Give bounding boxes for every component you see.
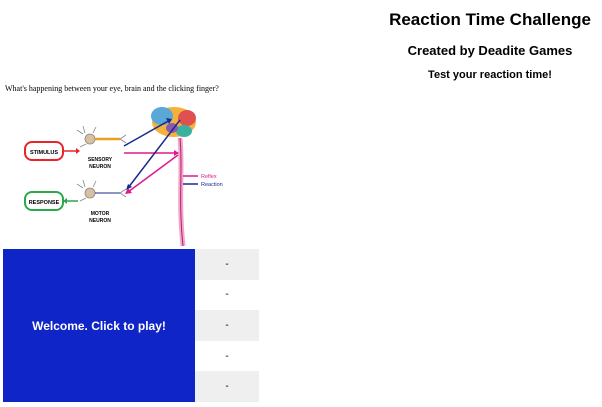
legend-reaction: Reaction xyxy=(201,182,223,188)
page-title: Reaction Time Challenge xyxy=(389,10,591,29)
result-row: - xyxy=(195,249,259,280)
sensory-neuron-icon xyxy=(76,125,127,148)
motor-label-1: MOTOR xyxy=(91,211,110,217)
header: Reaction Time Challenge Created by Deadi… xyxy=(380,6,600,82)
reaction-diagram: STIMULUS SENSORY NEURON RESPONSE MOTOR N… xyxy=(24,107,223,247)
intro-question: What's happening between your eye, brain… xyxy=(5,84,219,93)
play-label: Welcome. Click to play! xyxy=(32,318,166,333)
play-button[interactable]: Welcome. Click to play! xyxy=(3,249,195,402)
motor-neuron-icon xyxy=(76,179,127,202)
page-subtitle: Created by Deadite Games xyxy=(407,43,573,58)
result-row: - xyxy=(195,310,259,341)
response-box: RESPONSE xyxy=(24,191,64,211)
result-row: - xyxy=(195,279,259,311)
motor-label-2: NEURON xyxy=(89,218,111,224)
sensory-label-1: SENSORY xyxy=(88,157,113,163)
sensory-label-2: NEURON xyxy=(89,164,111,170)
diagram-legend: Reflex Reaction xyxy=(183,174,223,188)
brain-icon xyxy=(151,107,196,137)
page-tagline: Test your reaction time! xyxy=(428,69,552,81)
response-label: RESPONSE xyxy=(29,200,60,206)
stimulus-box: STIMULUS xyxy=(24,141,64,161)
stimulus-label: STIMULUS xyxy=(30,150,58,156)
result-row: - xyxy=(195,340,259,372)
legend-reflex: Reflex xyxy=(201,174,217,180)
result-row: - xyxy=(195,371,259,402)
results-list: - - - - - xyxy=(195,249,259,402)
